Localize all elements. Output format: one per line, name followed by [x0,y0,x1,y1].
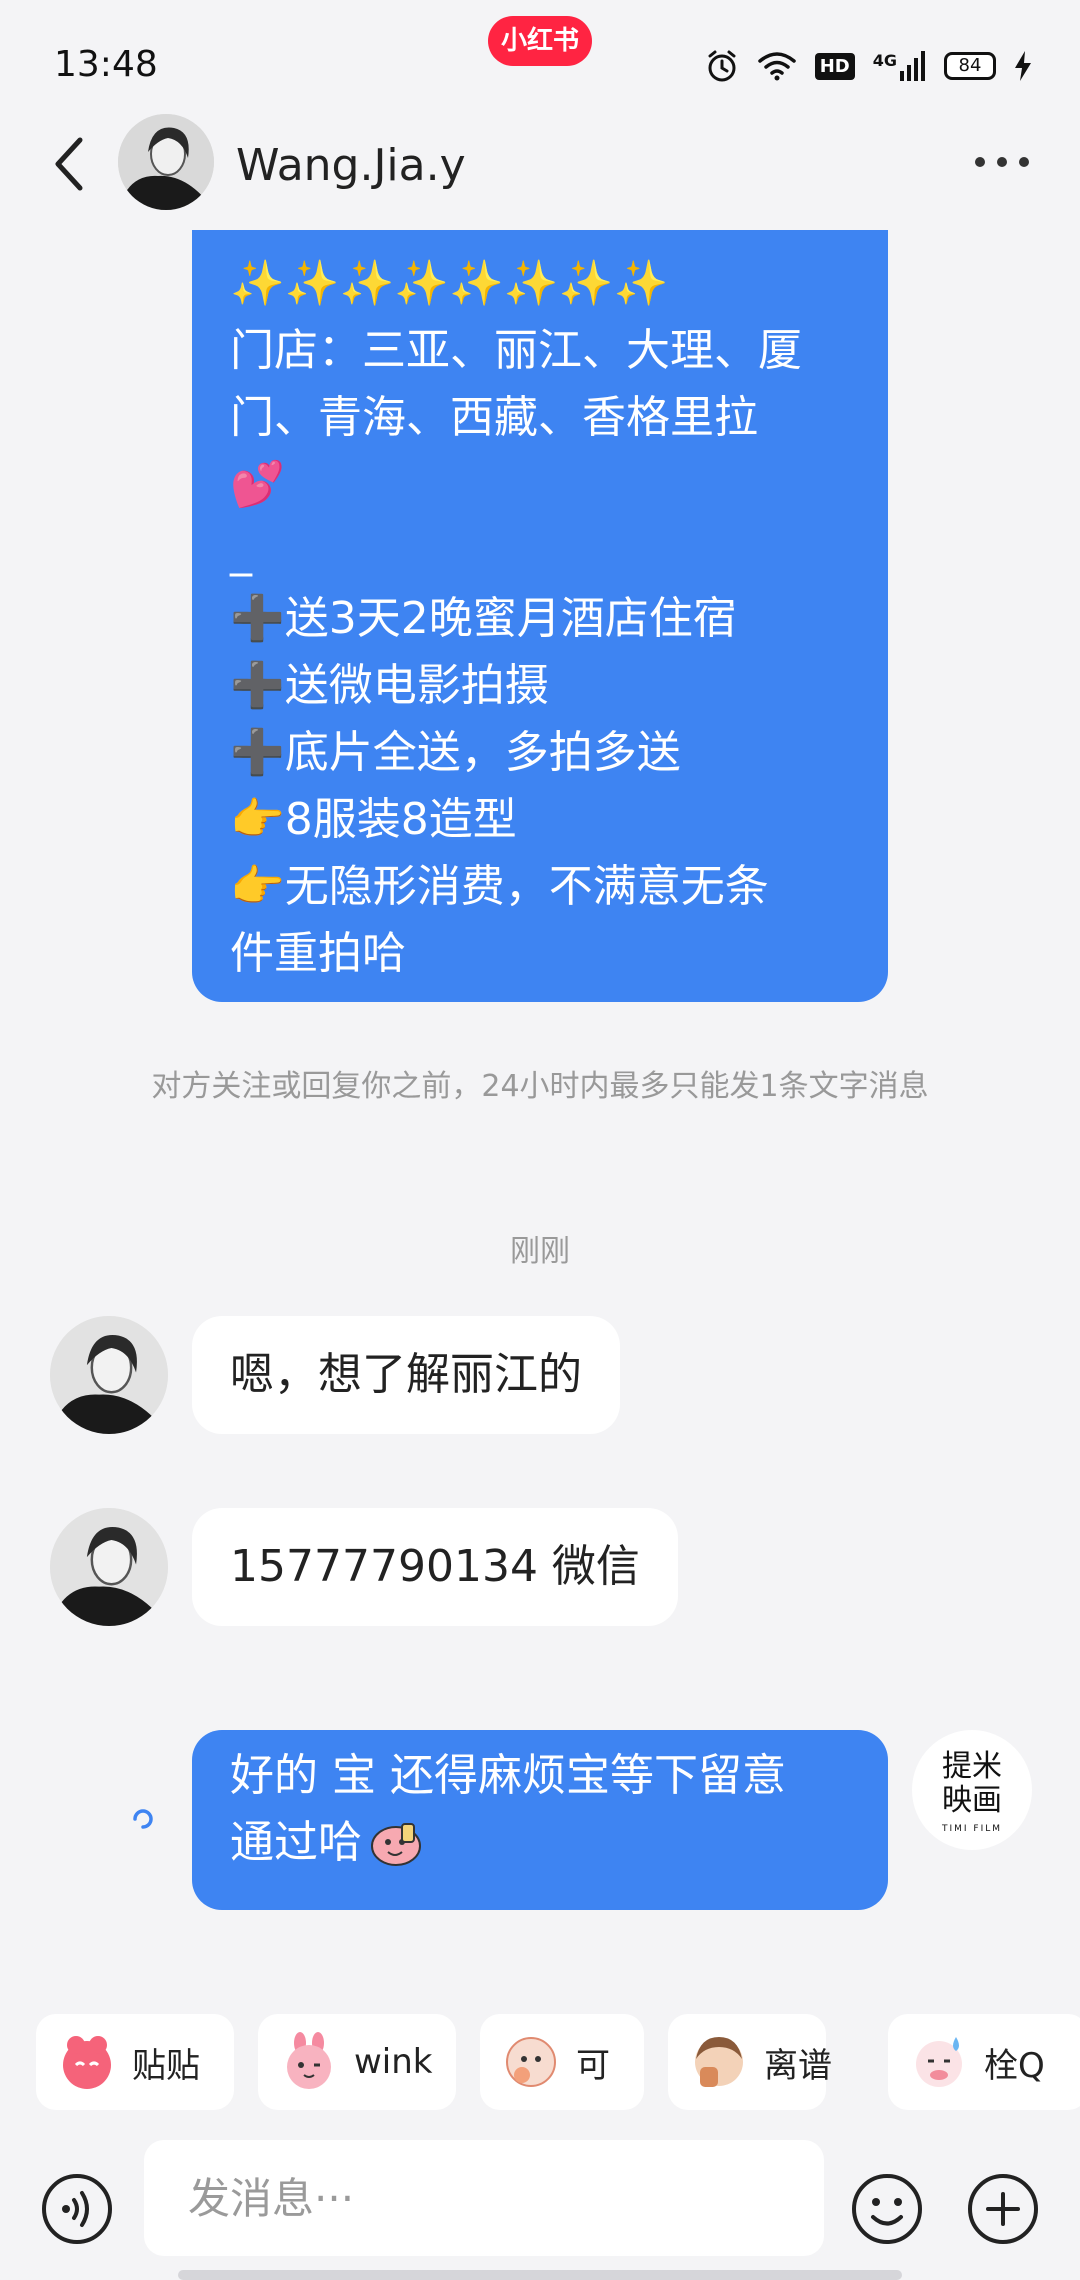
sticker-chip[interactable]: 离谱 [668,2014,832,2110]
blush-sticker-icon [371,1822,421,1866]
sticker-chip[interactable]: 可 [480,2014,644,2110]
sticker-chip[interactable]: wink [258,2014,456,2110]
home-indicator[interactable] [178,2270,902,2280]
ok-sticker-icon [506,2037,556,2087]
message-line: 门店：三亚、丽江、大理、厦 [230,325,802,376]
contact-name: Wang.Jia.y [236,140,466,191]
sticker-chip[interactable]: 贴贴 [36,2014,234,2110]
facepalm-sticker-icon [695,2037,743,2087]
network-label: 4G [872,51,897,70]
more-options-icon[interactable] [972,150,1032,174]
voice-input-icon[interactable] [40,2172,114,2246]
sticker-label: 可 [576,2045,610,2086]
incoming-message-bubble[interactable]: 15777790134 微信 [192,1508,678,1626]
message-line: 好的 宝 还得麻烦宝等下留意 [230,1750,786,1801]
message-line: _ [230,526,252,577]
alarm-icon [708,50,736,82]
message-line: ➕送微电影拍摄 [230,660,549,711]
message-limit-notice: 对方关注或回复你之前，24小时内最多只能发1条文字消息 [151,1069,929,1104]
my-avatar-logo-text: 提米 映画 [942,1749,1002,1818]
sticker-label: 离谱 [764,2045,832,2086]
status-time: 13:48 [54,44,158,85]
message-line: 门、青海、西藏、香格里拉 [230,392,758,443]
incoming-message-bubble[interactable]: 嗯，想了解丽江的 [192,1316,620,1434]
outgoing-message-bubble[interactable]: 好的 宝 还得麻烦宝等下留意 通过哈 [192,1730,888,1910]
status-icons: HD 4G 84 [705,46,1032,86]
person-photo-icon [118,114,214,210]
message-input-bar [0,2128,1080,2280]
sticker-label: 贴贴 [132,2045,200,2086]
wifi-icon [757,52,796,81]
message-line: ✨✨✨✨✨✨✨✨ [230,258,669,309]
sticker-label: wink [354,2042,433,2082]
promo-message-bubble[interactable]: ✨✨✨✨✨✨✨✨ 门店：三亚、丽江、大理、厦 门、青海、西藏、香格里拉 💕 _ … [192,230,888,1002]
battery-indicator: 84 [944,52,996,80]
message-line: 💕 [230,459,285,510]
my-avatar[interactable]: 提米 映画 TIMI FILM [912,1730,1032,1850]
hug-sticker-icon [63,2036,111,2089]
message-line: ➕送3天2晚蜜月酒店住宿 [230,593,737,644]
message-input[interactable] [144,2140,824,2256]
charging-icon [1015,51,1031,81]
contact-avatar[interactable] [118,114,214,210]
my-avatar-subtext: TIMI FILM [941,1824,1003,1834]
sticker-chip[interactable]: 栓Q [888,2014,1080,2110]
message-line-wrap: 通过哈 [230,1809,850,1876]
sweat-sticker-icon [916,2037,962,2087]
message-line: 👉无隐形消费，不满意无条 [230,861,769,912]
message-line: 通过哈 [230,1817,362,1868]
sticker-suggestion-strip[interactable]: 贴贴 wink 可 离谱 栓Q [0,1982,1080,2120]
sender-avatar[interactable] [50,1316,168,1434]
back-arrow-icon[interactable] [44,134,94,194]
message-line: 件重拍哈 [230,928,406,979]
message-line: 👉8服装8造型 [230,794,517,845]
hd-badge: HD [814,52,855,80]
sending-spinner-icon [133,1809,153,1829]
app-badge: 小红书 [488,16,592,66]
plus-icon[interactable] [966,2172,1040,2246]
sticker-label: 栓Q [984,2045,1045,2086]
status-bar: 13:48 小红书 HD 4G 84 [0,0,1080,120]
person-photo-icon [50,1316,168,1434]
sender-avatar[interactable] [50,1508,168,1626]
message-timestamp: 刚刚 [510,1234,570,1269]
signal-indicator: 4G [873,51,926,81]
signal-bars-icon [900,51,925,81]
chat-header: Wang.Jia.y [0,108,1080,218]
wink-sticker-icon [287,2032,331,2089]
person-photo-icon [50,1508,168,1626]
message-line: ➕底片全送，多拍多送 [230,727,681,778]
emoji-icon[interactable] [850,2172,924,2246]
